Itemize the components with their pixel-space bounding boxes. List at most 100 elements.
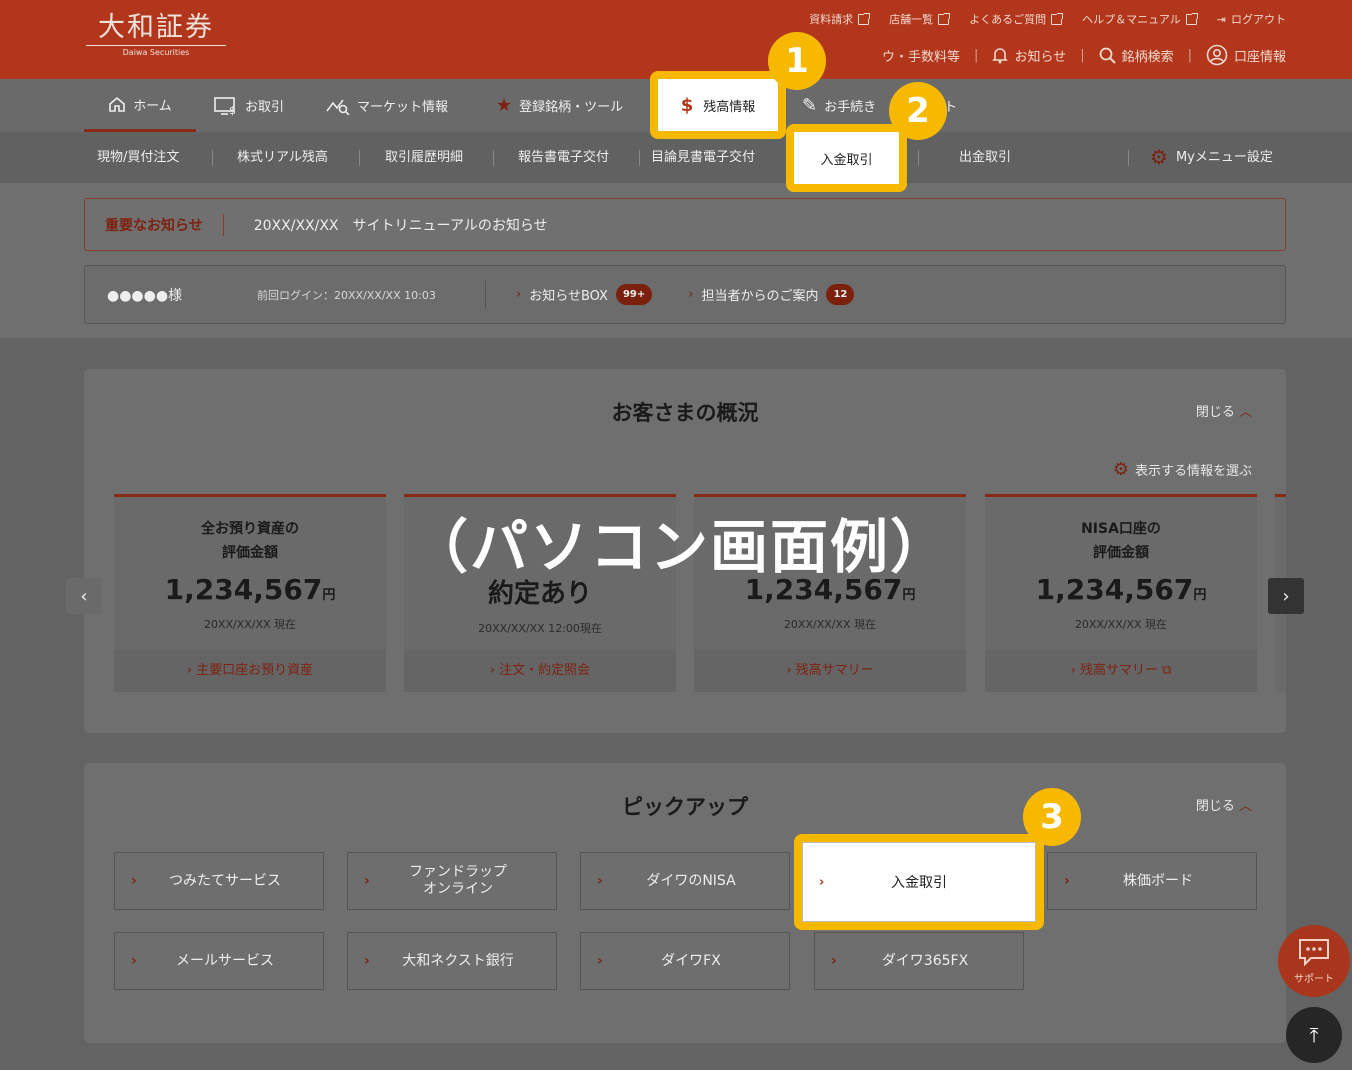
chevron-right-icon: › — [831, 953, 837, 969]
pickup-close-button[interactable]: 閉じる ︿ — [1196, 795, 1252, 814]
select-info-button[interactable]: ⚙ 表示する情報を選ぶ — [1113, 459, 1252, 480]
chevron-right-icon: › — [688, 287, 694, 302]
fees-label: ウ・手数料等 — [882, 49, 961, 65]
subnav-item-report[interactable]: 報告書電子交付 — [518, 132, 609, 183]
subnav-item-prospectus[interactable]: 目論見書電子交付 — [651, 132, 755, 183]
card-link-label: 主要口座お預り資産 — [196, 663, 314, 678]
pickup-tile-tsumitate[interactable]: › つみたてサービス — [114, 852, 324, 910]
nav-market[interactable]: マーケット情報 — [326, 79, 448, 132]
chevron-right-icon: › — [516, 287, 522, 302]
user-icon — [1206, 44, 1228, 66]
trade-monitor-icon: $ — [214, 96, 236, 116]
nav-balance[interactable]: $ 残高情報 — [658, 79, 778, 131]
subnav-item-deposit[interactable]: 入金取引 — [794, 132, 899, 184]
card-link[interactable]: › 注文・約定照会 — [404, 650, 676, 692]
card-date: 20XX/XX/XX 現在 — [783, 618, 877, 631]
util-link-help[interactable]: ヘルプ＆マニュアル — [1082, 11, 1198, 27]
card-value-unit: 円 — [1193, 588, 1207, 603]
select-info-label: 表示する情報を選ぶ — [1134, 464, 1252, 479]
daiwa-logo[interactable]: 大和証券 Daiwa Securities — [86, 12, 226, 57]
rep-message-link[interactable]: › 担当者からのご案内 12 — [688, 284, 855, 305]
card-link[interactable]: › 主要口座お預り資産 — [114, 650, 386, 692]
nav-home[interactable]: ホーム — [84, 79, 196, 132]
fees-link[interactable]: ウ・手数料等 — [882, 46, 960, 65]
card-link[interactable]: › 残高サマリー ⧉ — [985, 650, 1257, 692]
external-link-icon — [938, 12, 951, 25]
divider — [485, 280, 486, 309]
highlight-deposit-subnav[interactable]: 入金取引 — [786, 124, 907, 192]
pickup-tile-fundwrap[interactable]: › ファンドラップ オンライン — [347, 852, 557, 910]
overview-title: お客さまの概況 — [611, 401, 759, 425]
chevron-right-icon: › — [131, 873, 137, 889]
util-link-label: よくあるご質問 — [969, 13, 1047, 26]
pickup-tile-next-bank[interactable]: › 大和ネクスト銀行 — [347, 932, 557, 990]
card-link-label: 残高サマリー — [1079, 663, 1158, 678]
util-link-branches[interactable]: 店舗一覧 — [889, 11, 951, 27]
card-value-number: 1,234,567 — [164, 573, 323, 606]
user-name: ●●●●●様 — [107, 287, 183, 304]
subnav-item-my-menu[interactable]: ⚙ Myメニュー設定 — [1150, 132, 1273, 183]
search-link[interactable]: 銘柄検索 — [1099, 46, 1174, 65]
pickup-tile-fx[interactable]: › ダイワFX — [580, 932, 790, 990]
external-link-icon — [1051, 12, 1064, 25]
arrow-up-icon: ⤒ — [1309, 1023, 1319, 1047]
pen-icon: ✎ — [802, 95, 818, 116]
account-link[interactable]: 口座情報 — [1206, 44, 1286, 66]
divider — [639, 150, 640, 166]
chevron-right-icon: › — [1064, 873, 1070, 889]
important-notice[interactable]: 重要なお知らせ 20XX/XX/XX サイトリニューアルのお知らせ — [84, 198, 1286, 251]
card-link[interactable]: › 残高サマリー — [694, 650, 966, 692]
pickup-tile-365fx[interactable]: › ダイワ365FX — [814, 932, 1024, 990]
nav-label: 残高情報 — [703, 99, 756, 115]
subnav-item-stock-balance[interactable]: 株式リアル残高 — [237, 132, 328, 183]
notice-box-link[interactable]: › お知らせBOX 99+ — [516, 284, 653, 305]
divider — [359, 150, 360, 166]
card-value: 1,234,567円 — [985, 573, 1257, 606]
user-bar: ●●●●●様 前回ログイン：20XX/XX/XX 10:03 › お知らせBOX 9… — [84, 265, 1286, 324]
card-link-label: 注文・約定照会 — [499, 663, 591, 678]
pickup-tile-stock-board[interactable]: › 株価ボード — [1047, 852, 1257, 910]
divider: | — [1080, 47, 1085, 63]
highlight-balance-info[interactable]: $ 残高情報 — [650, 71, 786, 139]
back-to-top-button[interactable]: ⤒ — [1286, 1007, 1342, 1063]
sub-nav: 現物/買付注文 株式リアル残高 取引履歴明細 報告書電子交付 目論見書電子交付 … — [0, 132, 1352, 183]
carousel-next-button[interactable]: › — [1268, 578, 1304, 614]
pickup-tile-deposit[interactable]: › 入金取引 — [802, 842, 1036, 922]
tile-label: 株価ボード — [1123, 872, 1193, 889]
overview-close-button[interactable]: 閉じる ︿ — [1196, 401, 1252, 420]
step-number-3: 3 — [1023, 788, 1081, 846]
divider — [493, 150, 494, 166]
notice-text: 20XX/XX/XX サイトリニューアルのお知らせ — [253, 217, 548, 234]
tile-label: ファンドラップ オンライン — [409, 864, 507, 897]
tile-label: つみたてサービス — [169, 872, 281, 889]
util-link-materials[interactable]: 資料請求 — [809, 11, 871, 27]
highlight-deposit-tile[interactable]: › 入金取引 — [794, 834, 1044, 930]
pickup-tile-nisa[interactable]: › ダイワのNISA — [580, 852, 790, 910]
logo-text: 大和証券 — [98, 12, 214, 43]
chat-icon — [1299, 939, 1329, 967]
logout-icon: ⇥ — [1216, 12, 1226, 26]
util-link-faq[interactable]: よくあるご質問 — [969, 11, 1064, 27]
card-title-line: 評価金額 — [1093, 545, 1149, 561]
divider — [222, 213, 224, 236]
pickup-tile-mail[interactable]: › メールサービス — [114, 932, 324, 990]
nav-trade[interactable]: $ お取引 — [214, 79, 284, 132]
chevron-right-icon: › — [819, 874, 825, 890]
step-number-2: 2 — [889, 82, 947, 140]
subnav-item-withdraw[interactable]: 出金取引 — [959, 132, 1011, 183]
tile-label: メールサービス — [176, 952, 274, 969]
market-chart-icon — [326, 99, 350, 115]
header: 大和証券 Daiwa Securities 資料請求 店舗一覧 よくあるご質問 … — [0, 0, 1352, 79]
util-link-logout[interactable]: ⇥ ログアウト — [1217, 11, 1286, 27]
nav-favorites[interactable]: ★ 登録銘柄・ツール — [496, 79, 623, 132]
notice-link[interactable]: お知らせ — [992, 46, 1066, 65]
chevron-right-icon: › — [597, 873, 603, 889]
support-button[interactable]: サポート — [1278, 925, 1350, 997]
bell-icon — [992, 47, 1009, 63]
subnav-item-history[interactable]: 取引履歴明細 — [385, 132, 463, 183]
carousel-prev-button[interactable]: ‹ — [66, 578, 102, 614]
external-link-icon — [1185, 12, 1198, 25]
gear-icon: ⚙ — [1112, 459, 1129, 480]
external-link-icon: ⧉ — [1162, 663, 1172, 678]
subnav-item-order[interactable]: 現物/買付注文 — [97, 132, 179, 183]
